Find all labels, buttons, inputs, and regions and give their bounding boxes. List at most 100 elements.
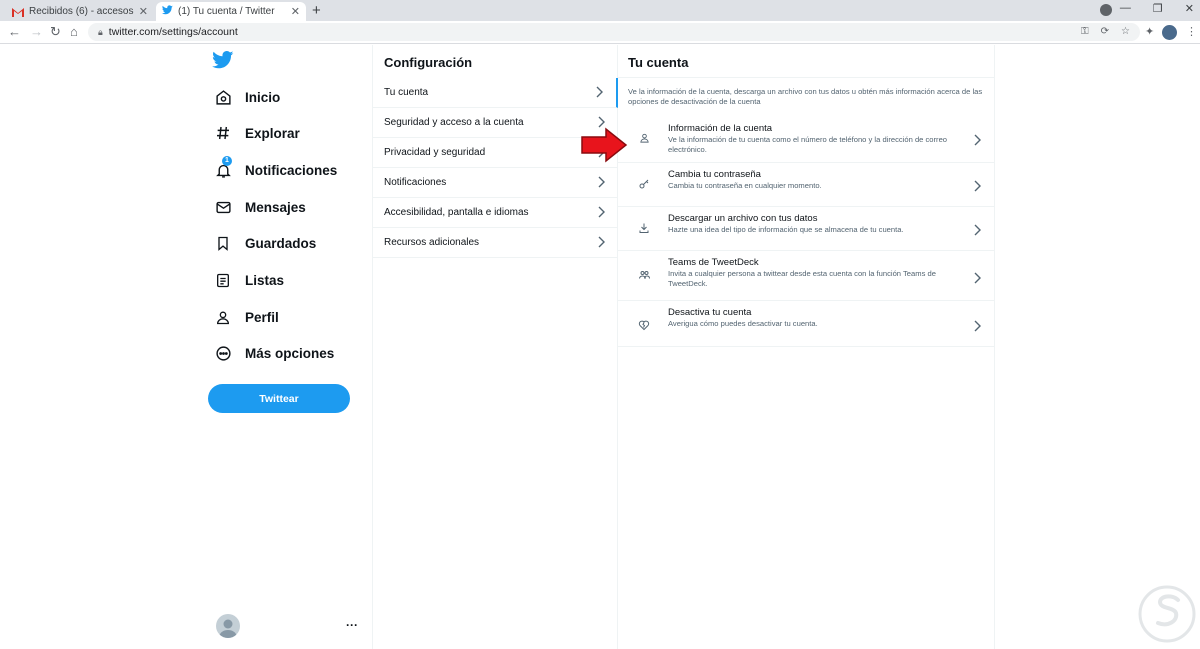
option-desactiva-cuenta[interactable]: Desactiva tu cuenta Averigua cómo puedes…: [618, 301, 994, 347]
sync-icon[interactable]: ⟳: [1101, 26, 1109, 37]
new-tab-icon[interactable]: +: [312, 2, 321, 19]
avatar[interactable]: [216, 614, 240, 638]
back-icon[interactable]: ←: [8, 24, 21, 39]
omnibox-actions: ⚿ ⟳ ☆: [1081, 26, 1130, 37]
settings-item-accesibilidad[interactable]: Accesibilidad, pantalla e idiomas: [373, 198, 618, 228]
settings-item-tu-cuenta[interactable]: Tu cuenta: [373, 78, 618, 108]
download-icon: [637, 221, 651, 235]
red-arrow-icon: [581, 127, 628, 163]
divider: [618, 77, 994, 78]
settings-item-label: Recursos adicionales: [384, 237, 480, 248]
person-icon: [214, 308, 232, 326]
settings-item-label: Seguridad y acceso a la cuenta: [384, 117, 524, 128]
close-icon[interactable]: ✕: [291, 5, 300, 18]
more-circle-icon: [214, 344, 232, 362]
url-input[interactable]: 🔒︎ twitter.com/settings/account: [88, 23, 1140, 41]
key-icon: [637, 177, 651, 191]
chevron-right-icon: [598, 206, 606, 221]
broken-heart-icon: [637, 318, 651, 332]
option-title: Desactiva tu cuenta: [668, 307, 752, 318]
settings-item-label: Privacidad y seguridad: [384, 147, 486, 158]
star-icon[interactable]: ☆: [1121, 26, 1130, 37]
forward-icon[interactable]: →: [30, 24, 43, 39]
sidebar-item-explorar[interactable]: Explorar: [214, 121, 300, 145]
reload-icon[interactable]: ↻: [50, 24, 61, 40]
people-icon: [637, 268, 651, 282]
browser-profile-icon[interactable]: [1100, 4, 1112, 16]
browser-menu-icon[interactable]: ⋮: [1186, 25, 1197, 38]
hashtag-icon: [214, 124, 232, 142]
sidebar-item-notificaciones[interactable]: 1 Notificaciones: [214, 156, 337, 182]
chevron-right-icon: [974, 223, 982, 241]
account-menu-icon[interactable]: ···: [346, 618, 358, 632]
address-bar: ← → ↻ ⌂ 🔒︎ twitter.com/settings/account …: [0, 21, 1200, 44]
chevron-right-icon: [598, 176, 606, 191]
chevron-right-icon: [596, 86, 604, 101]
page-title: Tu cuenta: [628, 55, 689, 70]
sidebar-item-label: Inicio: [245, 89, 281, 105]
option-subtitle: Hazte una idea del tipo de información q…: [668, 225, 904, 234]
option-subtitle: Averigua cómo puedes desactivar tu cuent…: [668, 319, 818, 328]
sidebar-item-perfil[interactable]: Perfil: [214, 305, 279, 329]
restore-icon[interactable]: ❐: [1153, 2, 1163, 15]
option-cambia-contrasena[interactable]: Cambia tu contraseña Cambia tu contraseñ…: [618, 163, 994, 207]
minimize-icon[interactable]: —: [1120, 2, 1131, 15]
home-icon: [214, 88, 232, 106]
window-controls: — ❐ ✕: [1120, 2, 1194, 15]
page-description: Ve la información de la cuenta, descarga…: [628, 87, 983, 106]
browser-tab-gmail[interactable]: Recibidos (6) - accesosolvetic1@ ✕: [6, 2, 154, 21]
option-title: Teams de TweetDeck: [668, 257, 759, 268]
browser-tab-bar: Recibidos (6) - accesosolvetic1@ ✕ (1) T…: [0, 0, 1200, 21]
key-icon[interactable]: ⚿: [1081, 26, 1089, 37]
tab-title: Recibidos (6) - accesosolvetic1@: [29, 6, 134, 17]
option-descargar-archivo[interactable]: Descargar un archivo con tus datos Hazte…: [618, 207, 994, 251]
sidebar-item-mensajes[interactable]: Mensajes: [214, 195, 306, 219]
option-title: Descargar un archivo con tus datos: [668, 213, 818, 224]
list-icon: [214, 271, 232, 289]
settings-item-label: Notificaciones: [384, 177, 447, 188]
tab-title: (1) Tu cuenta / Twitter: [178, 6, 275, 17]
browser-tab-twitter[interactable]: (1) Tu cuenta / Twitter ✕: [156, 2, 306, 21]
notification-badge: 1: [222, 156, 232, 166]
sidebar-item-mas-opciones[interactable]: Más opciones: [214, 341, 334, 365]
option-title: Información de la cuenta: [668, 123, 773, 134]
sidebar-nav: Inicio Explorar 1 Notificaciones Mensaje…: [200, 45, 372, 649]
home-button-icon[interactable]: ⌂: [70, 24, 78, 39]
extensions-icon[interactable]: ✦: [1145, 25, 1154, 38]
sidebar-item-label: Mensajes: [245, 199, 306, 215]
browser-avatar[interactable]: [1162, 25, 1177, 40]
option-title: Cambia tu contraseña: [668, 169, 761, 180]
envelope-icon: [214, 198, 232, 216]
chevron-right-icon: [974, 271, 982, 289]
sidebar-item-label: Listas: [245, 272, 285, 288]
settings-item-recursos[interactable]: Recursos adicionales: [373, 228, 618, 258]
tweet-button[interactable]: Twittear: [208, 384, 350, 413]
sidebar-item-guardados[interactable]: Guardados: [214, 231, 316, 255]
chevron-right-icon: [974, 319, 982, 337]
sidebar-item-label: Guardados: [245, 235, 317, 251]
person-icon: [637, 131, 651, 145]
sidebar-item-label: Explorar: [245, 125, 300, 141]
url-text: twitter.com/settings/account: [108, 26, 238, 38]
bookmark-icon: [214, 234, 232, 252]
sidebar-item-label: Perfil: [245, 309, 279, 325]
close-window-icon[interactable]: ✕: [1185, 2, 1194, 15]
sidebar-item-inicio[interactable]: Inicio: [214, 85, 280, 109]
option-informacion-cuenta[interactable]: Información de la cuenta Ve la informaci…: [618, 117, 994, 163]
settings-item-notificaciones[interactable]: Notificaciones: [373, 168, 618, 198]
option-teams-tweetdeck[interactable]: Teams de TweetDeck Invita a cualquier pe…: [618, 251, 994, 301]
account-column: Tu cuenta Ve la información de la cuenta…: [618, 45, 995, 649]
sidebar-item-listas[interactable]: Listas: [214, 268, 284, 292]
lock-icon: 🔒︎: [98, 26, 103, 37]
settings-item-label: Accesibilidad, pantalla e idiomas: [384, 207, 529, 218]
twitter-logo-icon[interactable]: [212, 51, 234, 73]
option-subtitle: Cambia tu contraseña en cualquier moment…: [668, 181, 822, 190]
gmail-icon: [12, 7, 24, 17]
chevron-right-icon: [974, 179, 982, 197]
option-subtitle: Ve la información de tu cuenta como el n…: [668, 135, 948, 154]
close-icon[interactable]: ✕: [139, 5, 148, 18]
chevron-right-icon: [974, 133, 982, 151]
settings-title: Configuración: [384, 55, 473, 70]
option-subtitle: Invita a cualquier persona a twittear de…: [668, 269, 936, 288]
twitter-bird-icon: [161, 5, 173, 18]
